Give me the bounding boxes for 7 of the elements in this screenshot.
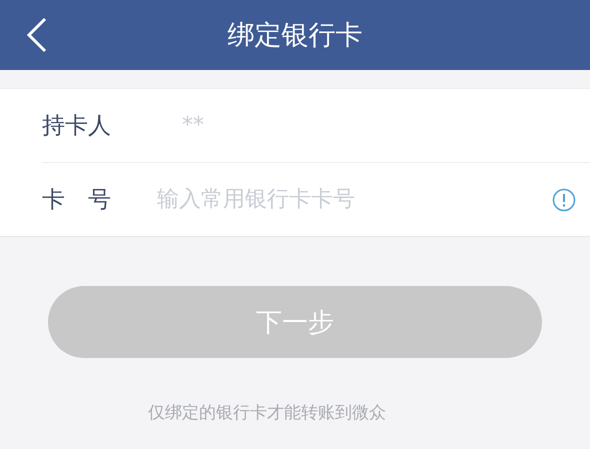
field-label: 卡 号 (42, 186, 112, 215)
info-note: 仅绑定的银行卡才能转账到微众 (148, 403, 386, 423)
page-title: 绑定银行卡 (228, 19, 362, 53)
back-icon[interactable] (26, 17, 48, 53)
info-icon[interactable] (552, 188, 576, 212)
cardholder-field[interactable]: ** (182, 108, 576, 142)
field-label: 持卡人 (42, 112, 112, 141)
